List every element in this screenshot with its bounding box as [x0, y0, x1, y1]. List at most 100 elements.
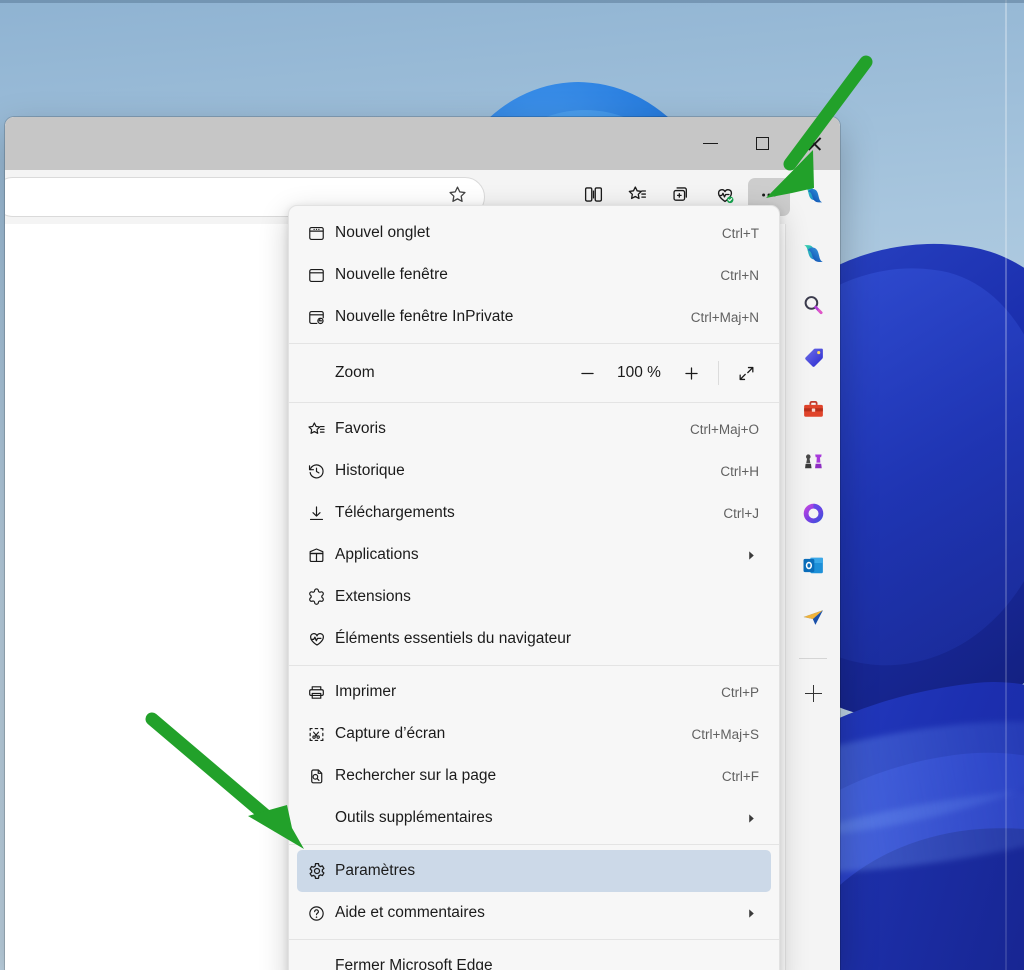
close-icon [807, 136, 822, 151]
sidebar-item-copilot[interactable] [793, 236, 833, 276]
copilot-button[interactable] [792, 178, 834, 216]
menu-item-label: Rechercher sur la page [335, 767, 497, 784]
zoom-value: 100 % [617, 364, 661, 381]
new-tab-icon [307, 224, 335, 243]
sidebar-item-outlook[interactable] [793, 548, 833, 588]
menu-zoom-row: Zoom 100 % [297, 349, 771, 397]
sidebar-item-shopping[interactable] [793, 340, 833, 380]
screen-top-edge [0, 0, 1024, 3]
chevron-right-icon [743, 908, 759, 919]
outlook-icon [801, 553, 826, 583]
menu-item-shortcut: Ctrl+F [721, 768, 759, 784]
apps-icon [307, 546, 335, 565]
menu-separator [289, 844, 779, 845]
shopping-tag-icon [801, 345, 826, 375]
inprivate-window-icon [307, 308, 335, 327]
microsoft365-icon [801, 501, 826, 531]
copilot-icon [800, 240, 827, 272]
menu-item-downloads[interactable]: Téléchargements Ctrl+J [297, 492, 771, 534]
edge-more-options-menu: Nouvel onglet Ctrl+T Nouvelle fenêtre Ct… [288, 205, 780, 970]
maximize-button[interactable] [736, 117, 788, 170]
sidebar-item-search[interactable] [793, 288, 833, 328]
sidebar-item-tools[interactable] [793, 392, 833, 432]
maximize-icon [755, 137, 769, 150]
menu-item-favorites[interactable]: Favoris Ctrl+Maj+O [297, 408, 771, 450]
menu-item-label: Nouvel onglet [335, 224, 430, 241]
menu-item-shortcut: Ctrl+Maj+S [691, 726, 759, 742]
browser-essentials-icon [307, 629, 335, 649]
menu-item-label: Éléments essentiels du navigateur [335, 630, 572, 647]
menu-item-label: Nouvelle fenêtre InPrivate [335, 308, 514, 325]
drop-send-icon [801, 605, 826, 635]
menu-separator [289, 343, 779, 344]
wallpaper-seam [1005, 0, 1007, 970]
menu-item-apps[interactable]: Applications [297, 534, 771, 576]
minimize-icon [702, 142, 718, 145]
chevron-right-icon [743, 813, 759, 824]
menu-item-inprivate-window[interactable]: Nouvelle fenêtre InPrivate Ctrl+Maj+N [297, 296, 771, 338]
games-chess-icon [801, 449, 826, 479]
desktop: Nouvel onglet Ctrl+T Nouvelle fenêtre Ct… [0, 0, 1024, 970]
sidebar-divider [799, 658, 827, 659]
menu-item-shortcut: Ctrl+N [720, 267, 759, 283]
menu-item-shortcut: Ctrl+T [721, 225, 759, 241]
zoom-label: Zoom [335, 364, 375, 381]
search-icon [801, 293, 826, 323]
zoom-divider [718, 361, 719, 385]
menu-item-label: Favoris [335, 420, 386, 437]
menu-item-history[interactable]: Historique Ctrl+H [297, 450, 771, 492]
menu-item-label: Nouvelle fenêtre [335, 266, 448, 283]
menu-item-label: Téléchargements [335, 504, 455, 521]
zoom-out-button[interactable] [566, 354, 608, 392]
close-window-button[interactable] [788, 117, 840, 170]
copilot-icon [801, 182, 826, 212]
menu-item-label: Outils supplémentaires [335, 809, 493, 826]
menu-separator [289, 939, 779, 940]
menu-item-label: Historique [335, 462, 405, 479]
menu-item-label: Capture d’écran [335, 725, 446, 742]
print-icon [307, 683, 335, 702]
menu-item-extensions[interactable]: Extensions [297, 576, 771, 618]
menu-item-shortcut: Ctrl+P [721, 684, 759, 700]
menu-item-label: Imprimer [335, 683, 397, 700]
menu-separator [289, 402, 779, 403]
sidebar-item-games[interactable] [793, 444, 833, 484]
sidebar-add-button[interactable] [793, 673, 833, 713]
plus-icon [804, 684, 822, 702]
menu-item-screenshot[interactable]: Capture d’écran Ctrl+Maj+S [297, 713, 771, 755]
settings-gear-icon [307, 861, 335, 881]
history-icon [307, 462, 335, 481]
fullscreen-button[interactable] [725, 354, 767, 392]
menu-item-more-tools[interactable]: Outils supplémentaires [297, 797, 771, 839]
menu-item-shortcut: Ctrl+Maj+O [689, 421, 759, 437]
menu-item-label: Applications [335, 546, 419, 563]
menu-item-new-window[interactable]: Nouvelle fenêtre Ctrl+N [297, 254, 771, 296]
menu-item-close-edge[interactable]: Fermer Microsoft Edge [297, 945, 771, 970]
menu-item-shortcut: Ctrl+Maj+N [690, 309, 759, 325]
window-titlebar [5, 117, 840, 170]
minimize-button[interactable] [684, 117, 736, 170]
downloads-icon [307, 504, 335, 523]
menu-item-label: Paramètres [335, 862, 416, 879]
menu-item-print[interactable]: Imprimer Ctrl+P [297, 671, 771, 713]
sidebar-item-drop[interactable] [793, 600, 833, 640]
zoom-in-button[interactable] [670, 354, 712, 392]
favorites-icon [307, 420, 335, 439]
extensions-icon [307, 587, 335, 607]
menu-item-new-tab[interactable]: Nouvel onglet Ctrl+T [297, 212, 771, 254]
menu-item-label: Fermer Microsoft Edge [335, 957, 493, 970]
find-on-page-icon [307, 767, 335, 786]
menu-item-settings[interactable]: Paramètres [297, 850, 771, 892]
menu-item-label: Aide et commentaires [335, 904, 485, 921]
screenshot-icon [307, 725, 335, 744]
menu-item-help-feedback[interactable]: Aide et commentaires [297, 892, 771, 934]
menu-item-find-on-page[interactable]: Rechercher sur la page Ctrl+F [297, 755, 771, 797]
sidebar-item-microsoft365[interactable] [793, 496, 833, 536]
new-window-icon [307, 266, 335, 285]
chevron-right-icon [743, 550, 759, 561]
edge-sidebar [785, 224, 840, 970]
menu-item-browser-essentials[interactable]: Éléments essentiels du navigateur [297, 618, 771, 660]
menu-item-shortcut: Ctrl+J [723, 505, 759, 521]
menu-item-shortcut: Ctrl+H [720, 463, 759, 479]
tools-briefcase-icon [801, 397, 826, 427]
